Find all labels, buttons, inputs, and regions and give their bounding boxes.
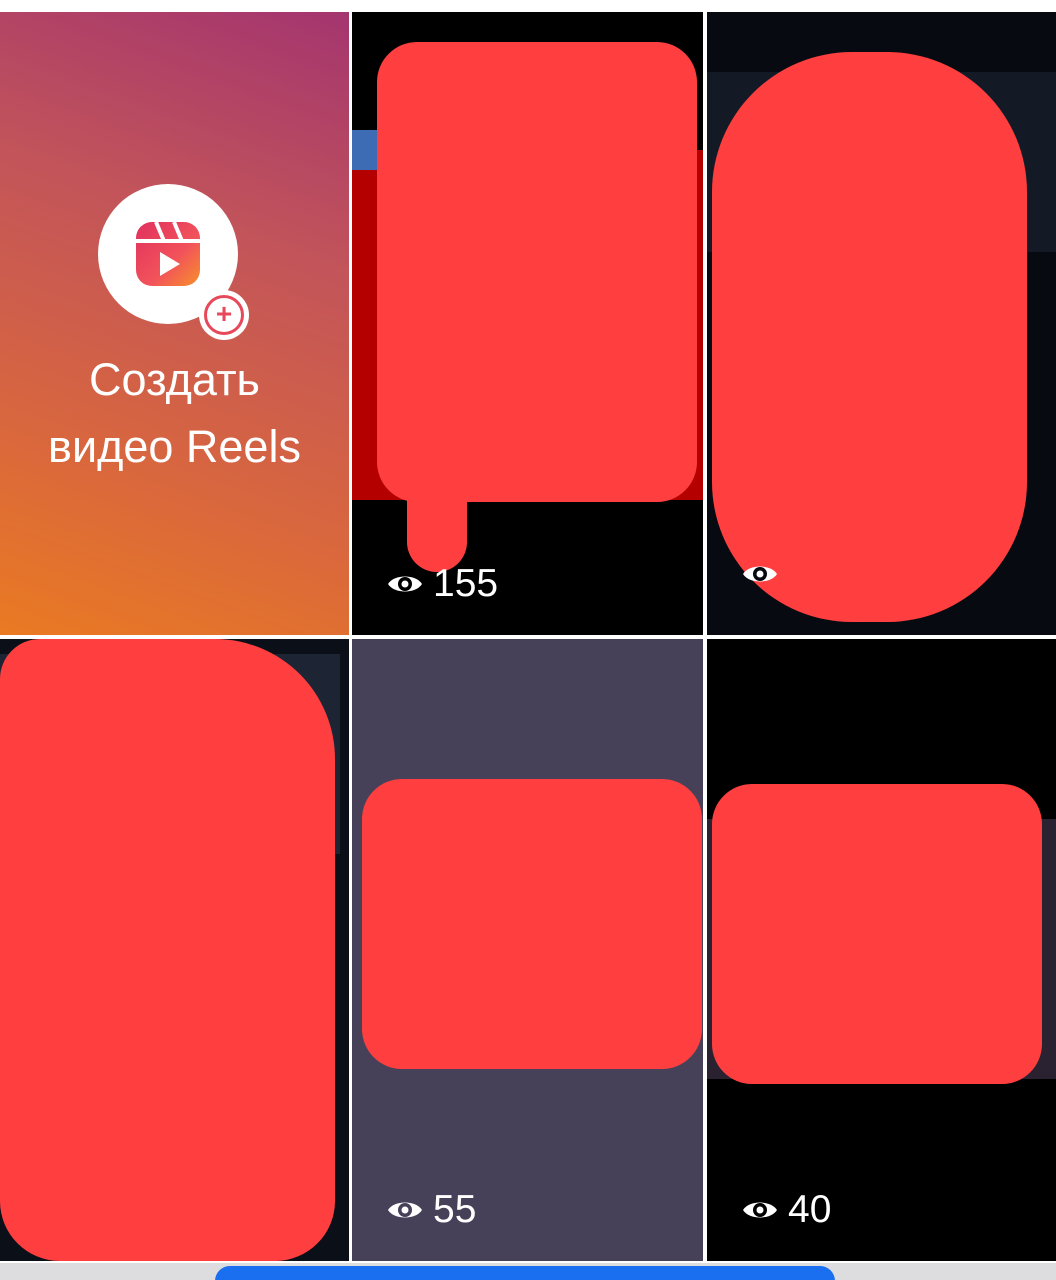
redaction-scribble [362, 779, 702, 1069]
eye-icon [388, 576, 422, 592]
create-reels-tile[interactable]: + Создать видео Reels [0, 12, 349, 635]
create-reels-content: + Создать видео Reels [0, 12, 349, 635]
reel-tile-5[interactable] [707, 639, 1056, 1261]
create-label-line2: видео Reels [48, 421, 301, 472]
reels-grid: + Создать видео Reels 155 55 40 [0, 0, 1056, 1280]
plus-icon: + [204, 295, 244, 335]
create-label-line1: Создать [88, 354, 260, 405]
redaction-scribble [712, 52, 1027, 622]
top-strip [0, 0, 1056, 12]
view-count-5: 40 [742, 1188, 831, 1232]
redaction-scribble [407, 452, 467, 572]
redaction-scribble [712, 784, 1042, 1084]
redaction-scribble [377, 42, 697, 502]
view-count-value: 155 [433, 562, 499, 605]
view-count-4: 55 [387, 1188, 476, 1232]
eye-icon [743, 1202, 777, 1218]
view-count-2 [742, 562, 788, 586]
add-badge: + [199, 290, 249, 340]
eye-icon [388, 1202, 422, 1218]
view-count-1: 155 [387, 562, 498, 606]
reel-tile-2[interactable] [707, 12, 1056, 635]
view-count-value: 55 [433, 1188, 477, 1231]
eye-icon [743, 566, 777, 582]
reel-tile-4[interactable] [352, 639, 703, 1261]
reel-tile-3[interactable] [0, 639, 349, 1261]
bottom-action-button[interactable] [215, 1266, 835, 1280]
redaction-scribble [0, 639, 335, 1261]
reel-tile-1[interactable] [352, 12, 703, 635]
view-count-value: 40 [788, 1188, 832, 1231]
